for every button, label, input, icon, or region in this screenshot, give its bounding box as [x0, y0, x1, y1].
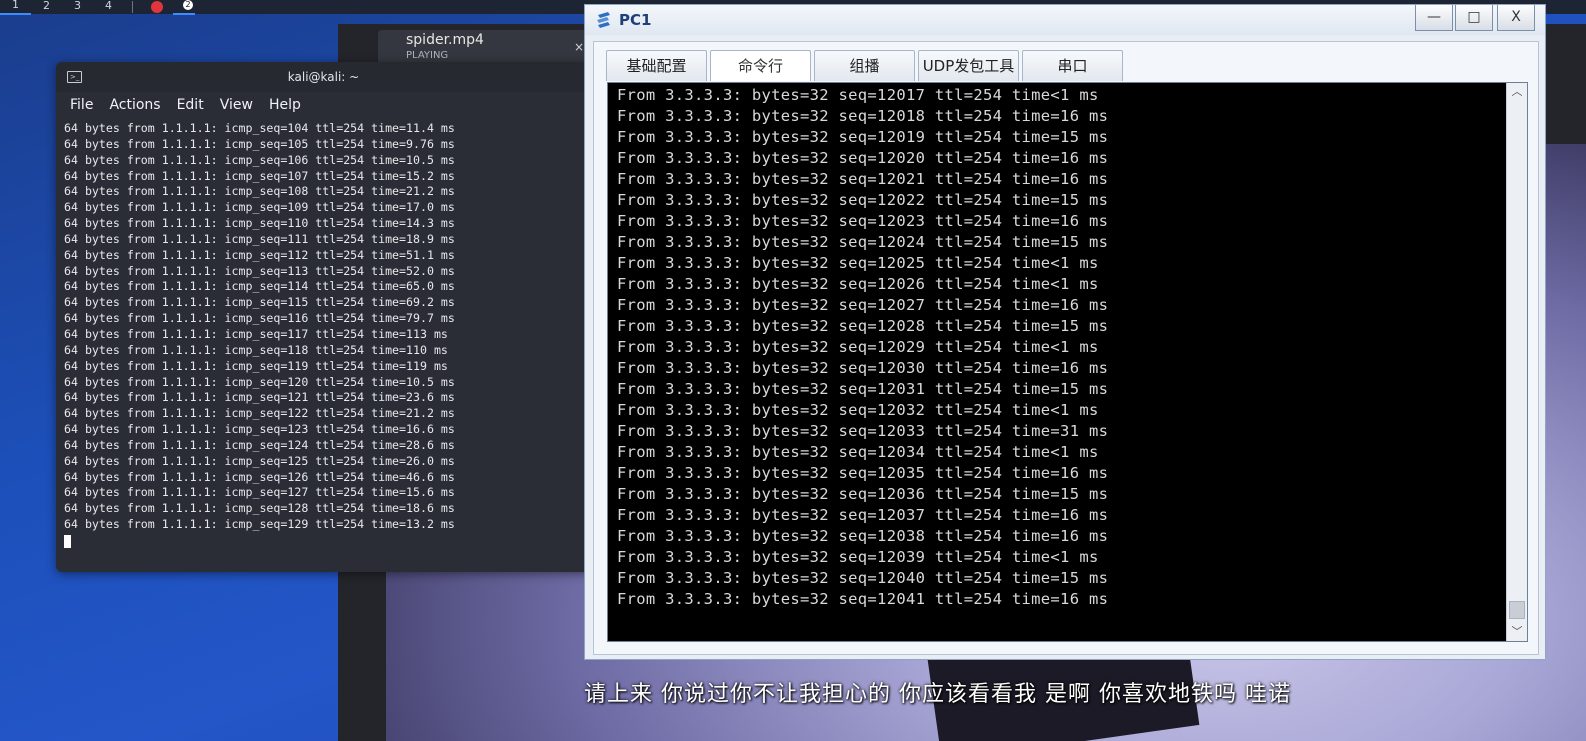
- scroll-up-icon[interactable]: ︿: [1507, 83, 1527, 101]
- pc1-title: PC1: [619, 11, 652, 29]
- scroll-down-icon[interactable]: ﹀: [1507, 623, 1527, 641]
- console-line: From 3.3.3.3: bytes=32 seq=12019 ttl=254…: [617, 128, 1109, 146]
- terminal-line: 64 bytes from 1.1.1.1: icmp_seq=109 ttl=…: [64, 200, 455, 215]
- terminal-line: 64 bytes from 1.1.1.1: icmp_seq=128 ttl=…: [64, 501, 455, 516]
- terminal-line: 64 bytes from 1.1.1.1: icmp_seq=125 ttl=…: [64, 453, 455, 468]
- terminal-line: 64 bytes from 1.1.1.1: icmp_seq=127 ttl=…: [64, 485, 455, 500]
- pc1-titlebar[interactable]: PC1 — □ X: [585, 5, 1545, 35]
- minimize-button[interactable]: —: [1415, 5, 1453, 31]
- console-line: From 3.3.3.3: bytes=32 seq=12021 ttl=254…: [617, 170, 1109, 188]
- terminal-line: 64 bytes from 1.1.1.1: icmp_seq=105 ttl=…: [64, 136, 455, 151]
- console-line: From 3.3.3.3: bytes=32 seq=12036 ttl=254…: [617, 485, 1109, 503]
- terminal-menubar: File Actions Edit View Help: [56, 92, 591, 118]
- terminal-line: 64 bytes from 1.1.1.1: icmp_seq=116 ttl=…: [64, 311, 455, 326]
- terminal-line: 64 bytes from 1.1.1.1: icmp_seq=126 ttl=…: [64, 469, 455, 484]
- tab-udp-tool[interactable]: UDP发包工具: [918, 50, 1019, 81]
- console-line: From 3.3.3.3: bytes=32 seq=12023 ttl=254…: [617, 212, 1109, 230]
- panel-divider: [132, 1, 133, 13]
- terminal-line: 64 bytes from 1.1.1.1: icmp_seq=129 ttl=…: [64, 517, 455, 532]
- terminal-window[interactable]: >_ kali@kali: ~ File Actions Edit View H…: [56, 62, 591, 572]
- console-line: From 3.3.3.3: bytes=32 seq=12035 ttl=254…: [617, 464, 1109, 482]
- terminal-line: 64 bytes from 1.1.1.1: icmp_seq=122 ttl=…: [64, 406, 455, 421]
- console-line: From 3.3.3.3: bytes=32 seq=12033 ttl=254…: [617, 422, 1109, 440]
- terminal-line: 64 bytes from 1.1.1.1: icmp_seq=113 ttl=…: [64, 263, 455, 278]
- workspace-3-button[interactable]: 3: [62, 0, 93, 14]
- menu-help[interactable]: Help: [269, 97, 301, 113]
- tab-command-line[interactable]: 命令行: [710, 50, 811, 81]
- terminal-line: 64 bytes from 1.1.1.1: icmp_seq=110 ttl=…: [64, 216, 455, 231]
- console-line: From 3.3.3.3: bytes=32 seq=12032 ttl=254…: [617, 401, 1099, 419]
- maximize-button[interactable]: □: [1455, 5, 1493, 31]
- console-line: From 3.3.3.3: bytes=32 seq=12041 ttl=254…: [617, 590, 1109, 608]
- terminal-line: 64 bytes from 1.1.1.1: icmp_seq=104 ttl=…: [64, 121, 455, 135]
- terminal-line: 64 bytes from 1.1.1.1: icmp_seq=124 ttl=…: [64, 437, 455, 452]
- video-title: spider.mp4: [406, 32, 484, 48]
- tab-serial[interactable]: 串口: [1022, 50, 1123, 81]
- close-button[interactable]: X: [1497, 5, 1535, 31]
- console-line: From 3.3.3.3: bytes=32 seq=12039 ttl=254…: [617, 548, 1099, 566]
- terminal-line: 64 bytes from 1.1.1.1: icmp_seq=115 ttl=…: [64, 295, 455, 310]
- pc1-content: 基础配置 命令行 组播 UDP发包工具 串口 From 3.3.3.3: byt…: [593, 41, 1539, 655]
- console-line: From 3.3.3.3: bytes=32 seq=12017 ttl=254…: [617, 86, 1099, 104]
- console-line: From 3.3.3.3: bytes=32 seq=12030 ttl=254…: [617, 359, 1109, 377]
- terminal-line: 64 bytes from 1.1.1.1: icmp_seq=108 ttl=…: [64, 184, 455, 199]
- terminal-title: kali@kali: ~: [287, 70, 360, 84]
- terminal-cursor: [64, 534, 71, 548]
- console-line: From 3.3.3.3: bytes=32 seq=12029 ttl=254…: [617, 338, 1099, 356]
- record-icon[interactable]: [151, 1, 163, 13]
- terminal-line: 64 bytes from 1.1.1.1: icmp_seq=117 ttl=…: [64, 326, 448, 341]
- workspace-2-button[interactable]: 2: [31, 0, 62, 14]
- menu-edit[interactable]: Edit: [177, 97, 204, 113]
- console-line: From 3.3.3.3: bytes=32 seq=12020 ttl=254…: [617, 149, 1109, 167]
- terminal-line: 64 bytes from 1.1.1.1: icmp_seq=121 ttl=…: [64, 390, 455, 405]
- terminal-output[interactable]: 64 bytes from 1.1.1.1: icmp_seq=104 ttl=…: [64, 121, 587, 572]
- terminal-line: 64 bytes from 1.1.1.1: icmp_seq=120 ttl=…: [64, 374, 455, 389]
- terminal-line: 64 bytes from 1.1.1.1: icmp_seq=111 ttl=…: [64, 231, 455, 246]
- menu-file[interactable]: File: [70, 97, 93, 113]
- video-tab-close-button[interactable]: ×: [574, 40, 584, 54]
- window-count-badge: 2: [183, 0, 193, 10]
- terminal-line: 64 bytes from 1.1.1.1: icmp_seq=107 ttl=…: [64, 168, 455, 183]
- console-line: From 3.3.3.3: bytes=32 seq=12031 ttl=254…: [617, 380, 1109, 398]
- workspace-4-button[interactable]: 4: [93, 0, 124, 14]
- menu-view[interactable]: View: [220, 97, 253, 113]
- terminal-line: 64 bytes from 1.1.1.1: icmp_seq=106 ttl=…: [64, 152, 455, 167]
- terminal-line: 64 bytes from 1.1.1.1: icmp_seq=112 ttl=…: [64, 247, 455, 262]
- terminal-titlebar[interactable]: >_ kali@kali: ~: [56, 62, 591, 92]
- video-status: PLAYING: [406, 50, 449, 61]
- menu-actions[interactable]: Actions: [109, 97, 160, 113]
- console-scrollbar[interactable]: ︿ ﹀: [1506, 83, 1527, 641]
- pc1-window[interactable]: PC1 — □ X 基础配置 命令行 组播 UDP发包工具 串口 From 3.…: [584, 4, 1546, 660]
- pc1-tabs: 基础配置 命令行 组播 UDP发包工具 串口: [606, 50, 1123, 82]
- terminal-line: 64 bytes from 1.1.1.1: icmp_seq=118 ttl=…: [64, 342, 448, 357]
- console-line: From 3.3.3.3: bytes=32 seq=12022 ttl=254…: [617, 191, 1109, 209]
- console-line: From 3.3.3.3: bytes=32 seq=12026 ttl=254…: [617, 275, 1099, 293]
- console-line: From 3.3.3.3: bytes=32 seq=12038 ttl=254…: [617, 527, 1109, 545]
- terminal-line: 64 bytes from 1.1.1.1: icmp_seq=123 ttl=…: [64, 422, 455, 437]
- terminal-line: 64 bytes from 1.1.1.1: icmp_seq=119 ttl=…: [64, 358, 448, 373]
- window-list-button[interactable]: 2: [173, 0, 195, 15]
- console-line: From 3.3.3.3: bytes=32 seq=12028 ttl=254…: [617, 317, 1109, 335]
- workspace-1-button[interactable]: 1: [0, 0, 31, 15]
- tab-basic-config[interactable]: 基础配置: [606, 50, 707, 81]
- video-subtitle: 请上来 你说过你不让我担心的 你应该看看我 是啊 你喜欢地铁吗 哇诺: [584, 682, 1291, 707]
- console-line: From 3.3.3.3: bytes=32 seq=12025 ttl=254…: [617, 254, 1099, 272]
- terminal-line: 64 bytes from 1.1.1.1: icmp_seq=114 ttl=…: [64, 279, 455, 294]
- command-console[interactable]: From 3.3.3.3: bytes=32 seq=12017 ttl=254…: [607, 82, 1528, 642]
- ensp-logo-icon: [597, 12, 610, 28]
- console-line: From 3.3.3.3: bytes=32 seq=12037 ttl=254…: [617, 506, 1109, 524]
- console-line: From 3.3.3.3: bytes=32 seq=12027 ttl=254…: [617, 296, 1109, 314]
- console-line: From 3.3.3.3: bytes=32 seq=12018 ttl=254…: [617, 107, 1109, 125]
- scrollbar-thumb[interactable]: [1509, 601, 1525, 619]
- console-line: From 3.3.3.3: bytes=32 seq=12034 ttl=254…: [617, 443, 1099, 461]
- console-line: From 3.3.3.3: bytes=32 seq=12040 ttl=254…: [617, 569, 1109, 587]
- tab-multicast[interactable]: 组播: [814, 50, 915, 81]
- console-line: From 3.3.3.3: bytes=32 seq=12024 ttl=254…: [617, 233, 1109, 251]
